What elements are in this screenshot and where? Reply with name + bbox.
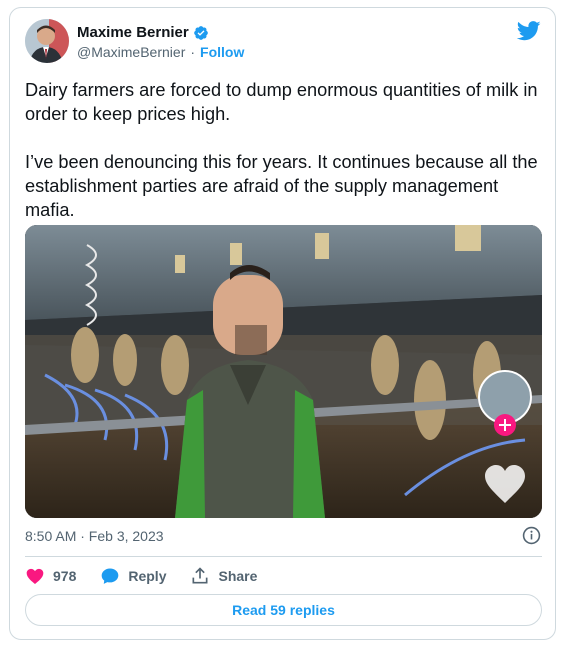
- separator-dot: ·: [190, 44, 196, 60]
- author-handle-row: @MaximeBernier · Follow: [77, 44, 244, 60]
- read-replies-button[interactable]: Read 59 replies: [25, 594, 542, 626]
- share-icon: [192, 567, 208, 584]
- tweet-video[interactable]: [25, 225, 542, 518]
- author-name[interactable]: Maxime Bernier: [77, 24, 189, 41]
- heart-icon: [26, 568, 44, 584]
- tweet-actions: 978 Reply Share: [25, 566, 281, 586]
- like-count: 978: [53, 568, 77, 584]
- reply-button[interactable]: Reply: [100, 566, 166, 586]
- author-name-row: Maxime Bernier: [77, 24, 209, 41]
- info-icon[interactable]: [522, 526, 541, 545]
- follow-button[interactable]: Follow: [200, 44, 244, 60]
- share-button[interactable]: Share: [190, 566, 257, 586]
- verified-icon: [193, 25, 208, 40]
- tweet-card: Maxime Bernier @MaximeBernier · Follow D…: [9, 7, 556, 640]
- share-label: Share: [218, 568, 258, 584]
- reply-label: Reply: [128, 568, 167, 584]
- reply-icon: [102, 568, 119, 584]
- author-avatar[interactable]: [25, 19, 69, 63]
- divider: [25, 556, 542, 557]
- twitter-bird-icon[interactable]: [517, 21, 541, 41]
- like-button[interactable]: 978: [25, 566, 76, 586]
- tweet-timestamp[interactable]: 8:50 AM · Feb 3, 2023: [25, 528, 164, 544]
- tweet-text: Dairy farmers are forced to dump enormou…: [25, 80, 538, 220]
- author-handle[interactable]: @MaximeBernier: [77, 44, 185, 60]
